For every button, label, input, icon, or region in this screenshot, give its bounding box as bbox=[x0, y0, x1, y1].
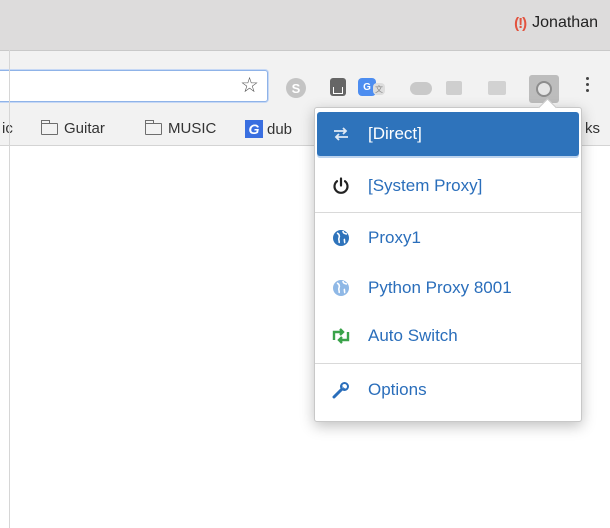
translate-badge-icon: 文 bbox=[373, 83, 385, 95]
bookmark-item-dub[interactable]: G dub bbox=[245, 120, 292, 138]
grey-extension-icon[interactable] bbox=[446, 81, 462, 95]
grey-extension-icon-2[interactable] bbox=[488, 81, 506, 95]
bookmark-star-icon[interactable]: ☆ bbox=[240, 73, 259, 98]
profile-button[interactable]: (!) Jonathan bbox=[514, 14, 598, 32]
save-extension-icon[interactable] bbox=[330, 78, 346, 96]
retweet-icon bbox=[330, 328, 352, 344]
globe-icon bbox=[330, 279, 352, 297]
profile-alert-icon: (!) bbox=[514, 14, 527, 32]
bookmark-item-other[interactable]: ks bbox=[585, 120, 600, 137]
toolbar: ☆ S G 文 bbox=[0, 51, 610, 113]
menu-kebab-icon[interactable] bbox=[584, 77, 590, 92]
browser-window: (!) Jonathan ☆ S G 文 ic Guitar MUSIC G d… bbox=[0, 0, 610, 528]
menu-item-system-proxy[interactable]: [System Proxy] bbox=[317, 164, 579, 208]
address-bar[interactable]: ☆ bbox=[0, 70, 268, 102]
menu-item-auto-switch[interactable]: Auto Switch bbox=[317, 314, 579, 358]
menu-item-proxy1[interactable]: Proxy1 bbox=[317, 216, 579, 260]
cloud-extension-icon[interactable] bbox=[410, 82, 432, 95]
proxy-switch-extension-icon[interactable] bbox=[529, 75, 559, 103]
proxy-menu-popup: [Direct] [System Proxy] Proxy1 Python Pr… bbox=[314, 107, 582, 422]
bookmark-folder-music[interactable]: MUSIC bbox=[145, 119, 216, 137]
power-icon bbox=[330, 177, 352, 195]
title-bar: (!) Jonathan bbox=[0, 0, 610, 51]
bookmark-item[interactable]: ic bbox=[2, 120, 13, 137]
swap-arrows-icon bbox=[330, 127, 352, 141]
menu-divider bbox=[315, 212, 581, 213]
bookmark-folder-guitar[interactable]: Guitar bbox=[41, 119, 105, 137]
skype-extension-icon[interactable]: S bbox=[286, 78, 306, 98]
folder-icon bbox=[41, 119, 58, 135]
wrench-icon bbox=[330, 381, 352, 399]
g-logo-icon: G bbox=[245, 120, 263, 138]
profile-name: Jonathan bbox=[532, 14, 598, 31]
menu-item-python-proxy[interactable]: Python Proxy 8001 bbox=[317, 266, 579, 310]
menu-item-options[interactable]: Options bbox=[317, 368, 579, 412]
menu-divider bbox=[315, 363, 581, 364]
globe-icon bbox=[330, 229, 352, 247]
menu-item-direct[interactable]: [Direct] bbox=[317, 112, 579, 156]
folder-icon bbox=[145, 119, 162, 135]
